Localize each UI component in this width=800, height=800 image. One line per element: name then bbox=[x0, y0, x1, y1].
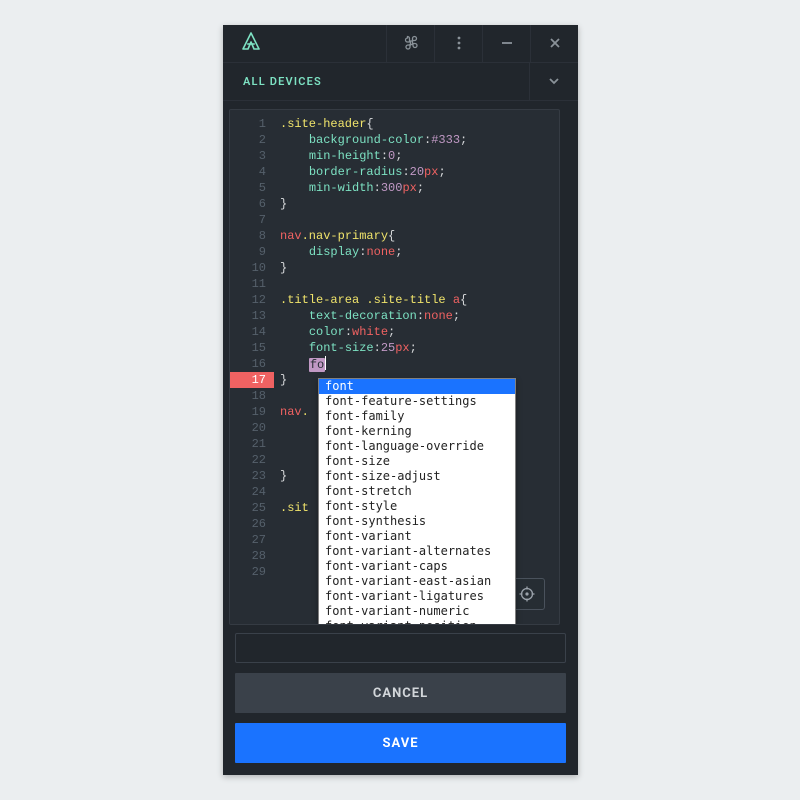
code-editor[interactable]: 1234567891011121314151617181920212223242… bbox=[229, 109, 560, 625]
autocomplete-item[interactable]: font-style bbox=[319, 499, 515, 514]
autocomplete-item[interactable]: font-variant-east-asian bbox=[319, 574, 515, 589]
autocomplete-item[interactable]: font-variant-alternates bbox=[319, 544, 515, 559]
autocomplete-item[interactable]: font-language-override bbox=[319, 439, 515, 454]
device-selector-row: ALL DEVICES bbox=[223, 63, 578, 101]
kebab-icon bbox=[457, 36, 461, 50]
chevron-down-icon bbox=[547, 74, 561, 88]
app-logo-icon bbox=[241, 32, 261, 54]
autocomplete-item[interactable]: font-variant bbox=[319, 529, 515, 544]
device-selector-label[interactable]: ALL DEVICES bbox=[223, 63, 529, 100]
minimize-icon bbox=[500, 36, 514, 50]
autocomplete-item[interactable]: font-kerning bbox=[319, 424, 515, 439]
close-button[interactable] bbox=[530, 25, 578, 62]
command-icon bbox=[403, 35, 419, 51]
autocomplete-item[interactable]: font-variant-caps bbox=[319, 559, 515, 574]
autocomplete-item[interactable]: font-variant-ligatures bbox=[319, 589, 515, 604]
line-number-gutter: 1234567891011121314151617181920212223242… bbox=[230, 110, 274, 624]
app-logo-area bbox=[223, 25, 386, 62]
autocomplete-item[interactable]: font bbox=[319, 379, 515, 394]
more-options-button[interactable] bbox=[434, 25, 482, 62]
css-editor-panel: ALL DEVICES 1234567891011121314151617181… bbox=[223, 25, 578, 775]
cancel-button[interactable]: CANCEL bbox=[235, 673, 566, 713]
target-icon bbox=[519, 586, 535, 602]
titlebar bbox=[223, 25, 578, 63]
autocomplete-item[interactable]: font-feature-settings bbox=[319, 394, 515, 409]
autocomplete-item[interactable]: font-size bbox=[319, 454, 515, 469]
minimize-button[interactable] bbox=[482, 25, 530, 62]
selector-input[interactable] bbox=[235, 633, 566, 663]
autocomplete-item[interactable]: font-synthesis bbox=[319, 514, 515, 529]
autocomplete-item[interactable]: font-family bbox=[319, 409, 515, 424]
footer-buttons: CANCEL SAVE bbox=[223, 673, 578, 775]
close-icon bbox=[548, 36, 562, 50]
device-selector-toggle[interactable] bbox=[529, 63, 578, 100]
autocomplete-item[interactable]: font-size-adjust bbox=[319, 469, 515, 484]
save-button[interactable]: SAVE bbox=[235, 723, 566, 763]
autocomplete-popup: fontfont-feature-settingsfont-familyfont… bbox=[318, 378, 516, 625]
autocomplete-item[interactable]: font-variant-position bbox=[319, 619, 515, 625]
editor-area: 1234567891011121314151617181920212223242… bbox=[223, 101, 578, 633]
autocomplete-item[interactable]: font-stretch bbox=[319, 484, 515, 499]
autocomplete-item[interactable]: font-variant-numeric bbox=[319, 604, 515, 619]
keyboard-shortcuts-button[interactable] bbox=[386, 25, 434, 62]
